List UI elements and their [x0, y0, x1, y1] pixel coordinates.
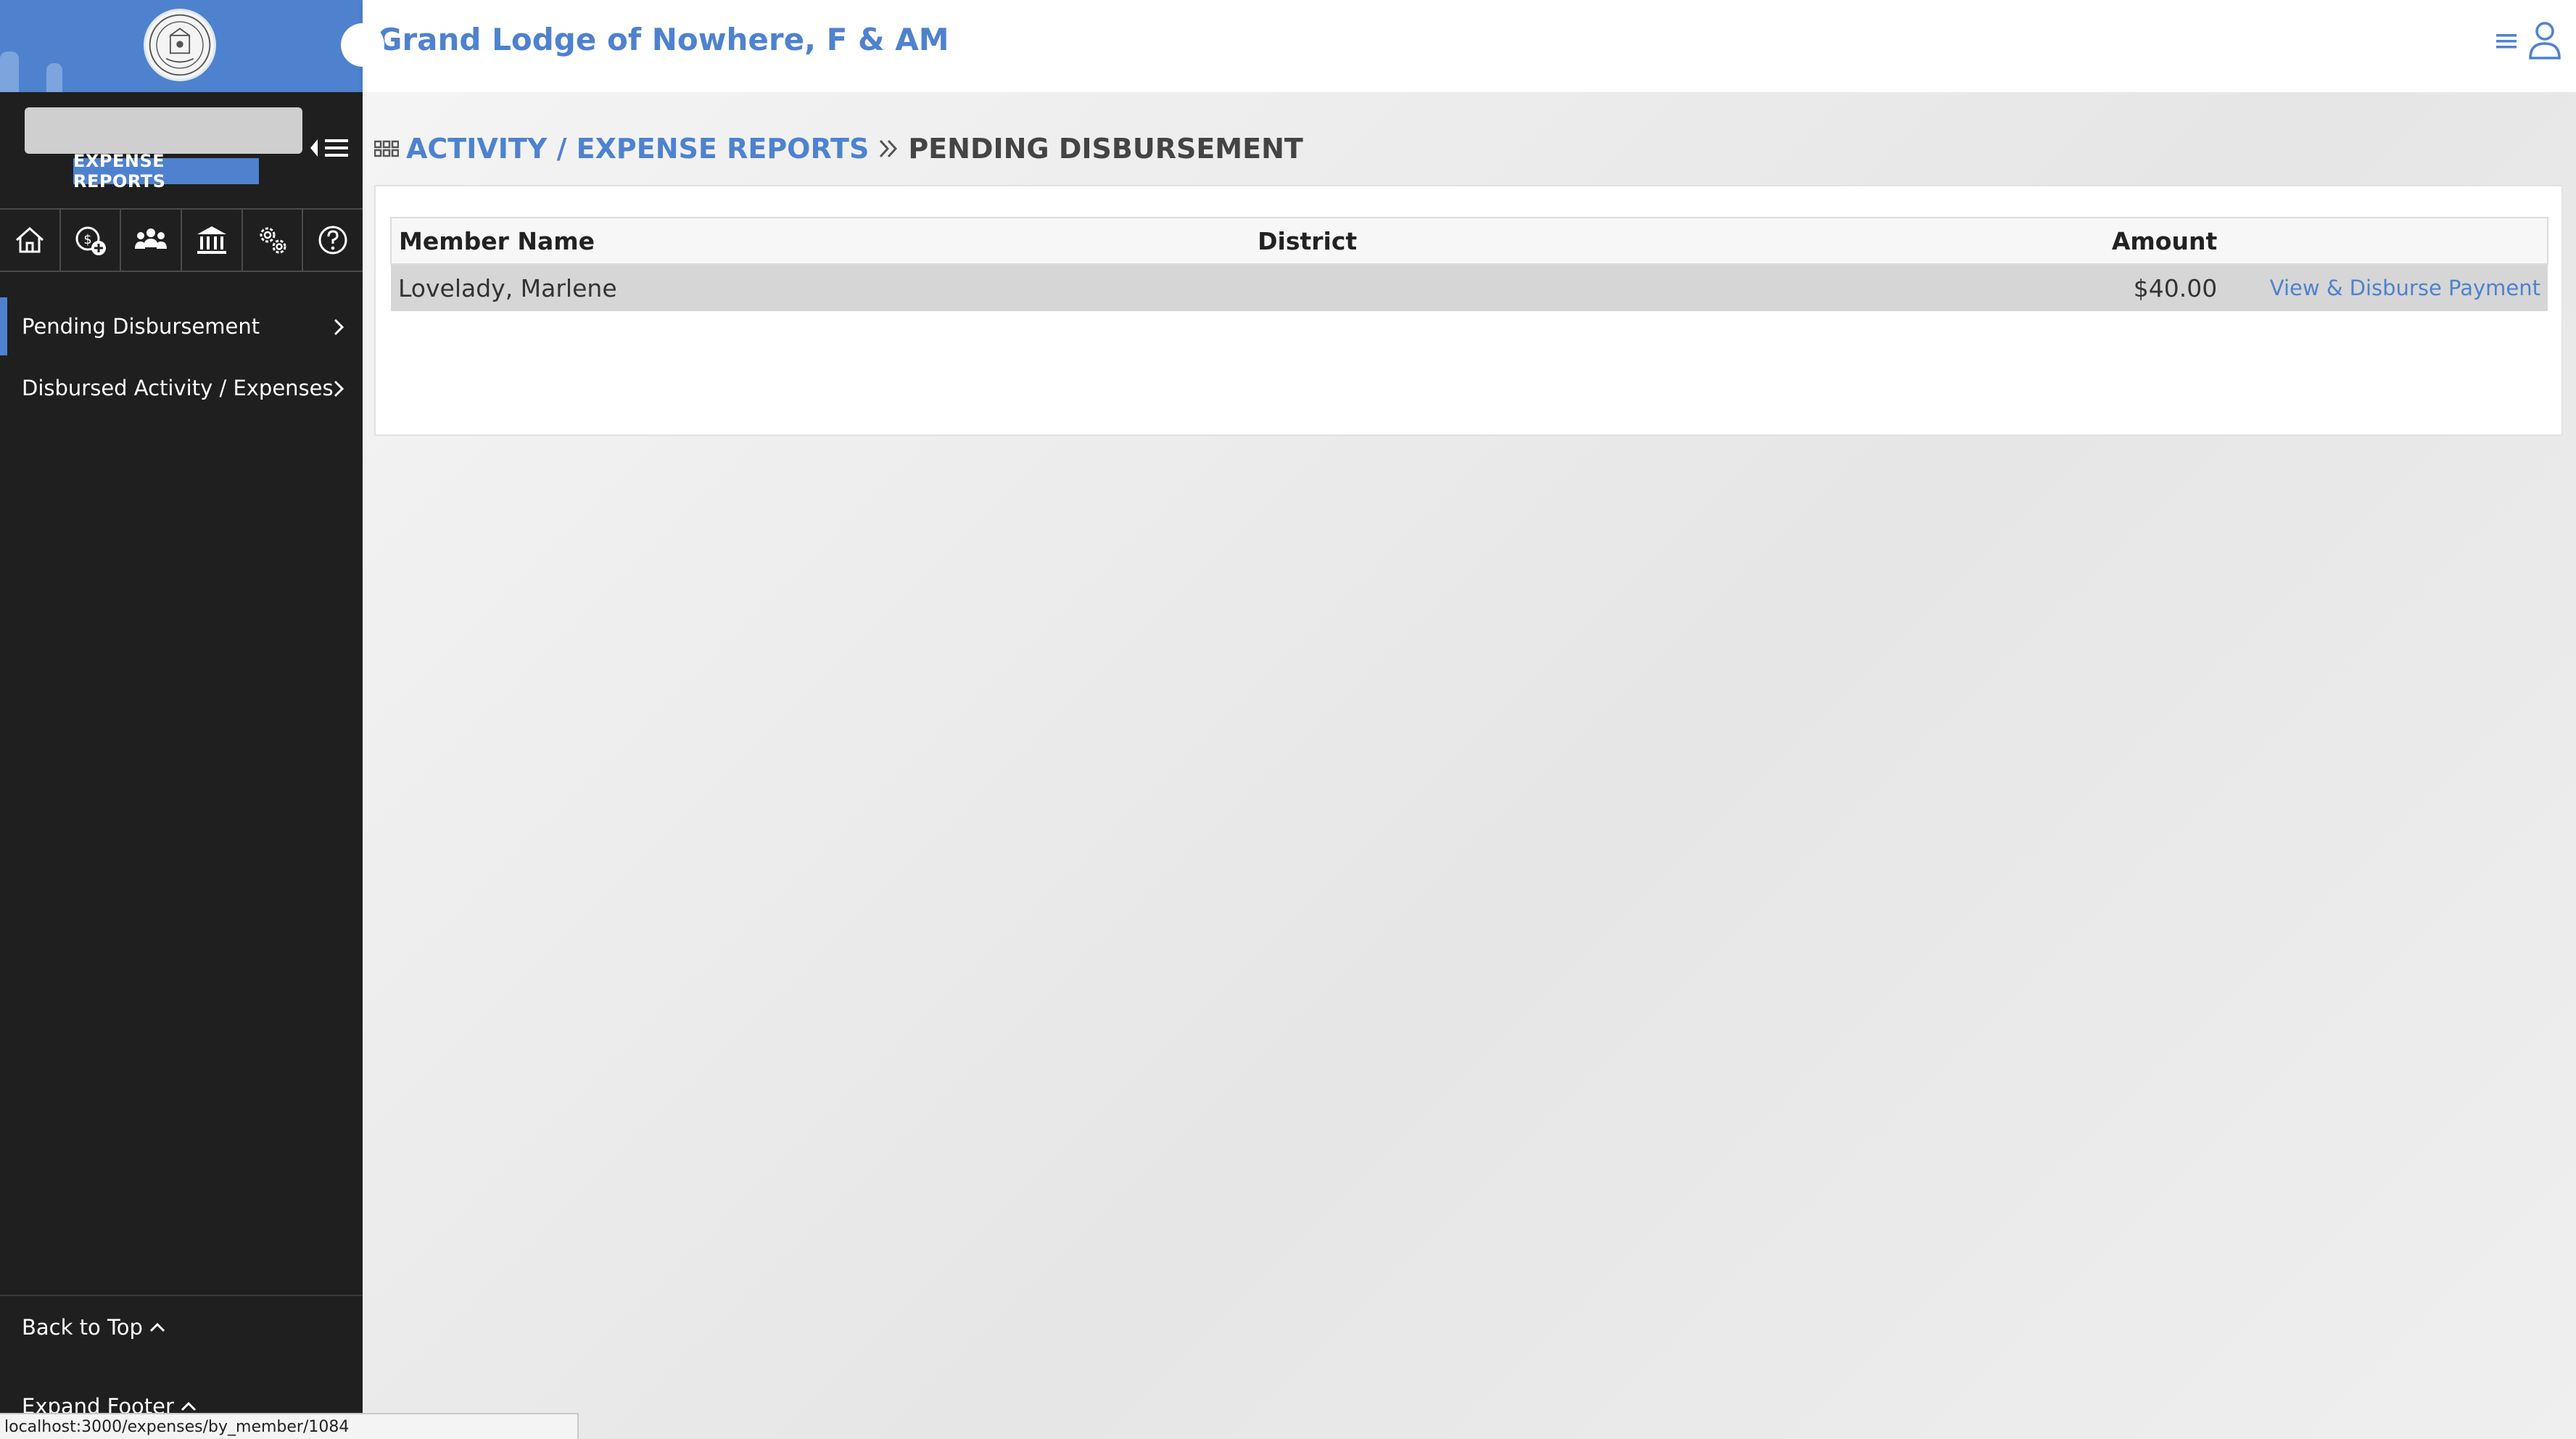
user-profile-icon[interactable] — [2528, 20, 2561, 61]
column-header-district[interactable]: District — [1250, 217, 1917, 265]
sidebar-search-input[interactable] — [25, 107, 302, 154]
chevron-right-icon — [334, 318, 344, 336]
breadcrumb-current-page: PENDING DISBURSEMENT — [908, 133, 1303, 165]
grand-lodge-seal-logo[interactable] — [144, 9, 216, 81]
sidebar-footer-divider — [0, 1295, 363, 1296]
pending-disbursement-panel: Member Name District Amount Lovelady, Ma… — [374, 185, 2563, 436]
column-header-member-name[interactable]: Member Name — [389, 217, 1251, 265]
table-row: Lovelady, Marlene $40.00 View & Disburse… — [391, 264, 2548, 311]
district-cell — [1250, 264, 1917, 311]
column-header-amount[interactable]: Amount — [1917, 217, 2225, 265]
hamburger-menu-icon[interactable] — [2495, 30, 2518, 51]
header-decoration — [0, 51, 19, 92]
sidebar-item-label: Pending Disbursement — [22, 314, 260, 339]
table-header-row: Member Name District Amount — [389, 217, 2548, 265]
sidebar-item-disbursed-activity-expenses[interactable]: Disbursed Activity / Expenses — [0, 359, 363, 417]
main-content: ACTIVITY / EXPENSE REPORTS PENDING DISBU… — [363, 92, 2576, 1439]
sidebar-item-label: Disbursed Activity / Expenses — [22, 376, 334, 400]
top-bar-actions — [2495, 20, 2561, 61]
help-button[interactable] — [303, 210, 363, 271]
sidebar-header — [0, 0, 363, 92]
module-badge: EXPENSE REPORTS — [73, 151, 259, 191]
pending-disbursement-table: Member Name District Amount Lovelady, Ma… — [389, 217, 2548, 311]
top-bar: Grand Lodge of Nowhere, F & AM — [363, 0, 2576, 92]
breadcrumb-link-activity-expense-reports[interactable]: ACTIVITY / EXPENSE REPORTS — [406, 133, 869, 165]
sidebar-item-pending-disbursement[interactable]: Pending Disbursement — [0, 297, 363, 355]
chevron-up-icon — [181, 1401, 197, 1411]
column-header-actions — [2224, 217, 2548, 265]
amount-cell: $40.00 — [1917, 264, 2225, 311]
chevron-up-icon — [149, 1322, 165, 1332]
back-to-top-label: Back to Top — [22, 1315, 143, 1340]
expense-add-icon: $ — [75, 226, 106, 255]
breadcrumb: ACTIVITY / EXPENSE REPORTS PENDING DISBU… — [374, 133, 1303, 165]
browser-status-bar-url: localhost:3000/expenses/by_member/1084 — [0, 1413, 579, 1439]
members-button[interactable] — [121, 210, 183, 271]
header-notch — [341, 23, 384, 67]
home-button[interactable] — [0, 210, 61, 271]
home-icon — [15, 226, 44, 253]
sidebar-icon-toolbar: $ — [0, 208, 363, 272]
collapse-sidebar-button[interactable] — [309, 135, 351, 161]
back-to-top-link[interactable]: Back to Top — [22, 1315, 166, 1340]
svg-text:$: $ — [83, 232, 91, 247]
help-icon — [318, 226, 347, 255]
double-chevron-right-icon — [880, 139, 898, 158]
settings-gears-icon — [260, 227, 286, 254]
members-icon — [135, 228, 168, 249]
chevron-right-icon — [334, 380, 344, 397]
sidebar: EXPENSE REPORTS $ Pending Disbursement D… — [0, 0, 363, 1439]
lodges-button[interactable] — [182, 210, 243, 271]
member-name-cell: Lovelady, Marlene — [391, 264, 1251, 311]
collapse-menu-icon — [310, 139, 348, 157]
grid-apps-icon[interactable] — [374, 139, 399, 158]
add-expense-button[interactable]: $ — [61, 210, 122, 271]
lodge-building-icon — [197, 226, 226, 254]
view-disburse-payment-link[interactable]: View & Disburse Payment — [2224, 264, 2548, 311]
settings-button[interactable] — [243, 210, 304, 271]
header-decoration — [46, 63, 62, 92]
site-title[interactable]: Grand Lodge of Nowhere, F & AM — [377, 22, 949, 57]
